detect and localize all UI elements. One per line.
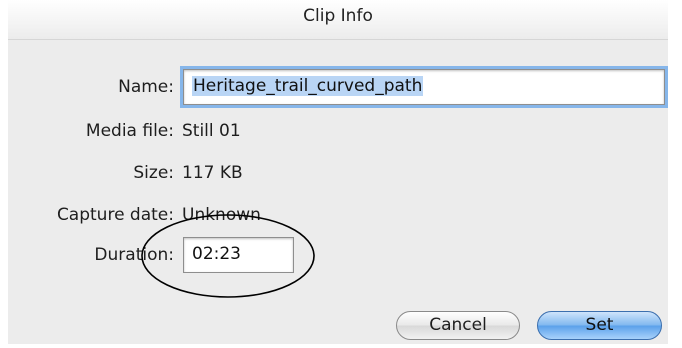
dialog-content: Name: Heritage_trail_curved_path Media f… bbox=[8, 40, 668, 344]
name-label: Name: bbox=[118, 77, 174, 97]
size-label: Size: bbox=[133, 163, 174, 183]
name-value: Heritage_trail_curved_path bbox=[192, 76, 424, 96]
media-file-value: Still 01 bbox=[182, 121, 241, 141]
capture-date-label: Capture date: bbox=[56, 205, 174, 225]
name-input[interactable]: Heritage_trail_curved_path bbox=[180, 66, 668, 108]
dialog-title: Clip Info bbox=[303, 6, 373, 26]
size-value: 117 KB bbox=[182, 163, 243, 183]
duration-value: 02:23 bbox=[192, 244, 241, 264]
duration-label: Duration: bbox=[94, 245, 174, 265]
set-button[interactable]: Set bbox=[537, 311, 662, 340]
duration-input[interactable]: 02:23 bbox=[183, 237, 294, 273]
capture-date-value: Unknown bbox=[182, 205, 261, 225]
media-file-label: Media file: bbox=[85, 121, 174, 141]
cancel-button[interactable]: Cancel bbox=[396, 311, 520, 340]
clip-info-dialog: Clip Info Name: Heritage_trail_curved_pa… bbox=[0, 0, 682, 348]
dialog-titlebar: Clip Info bbox=[8, 0, 668, 40]
